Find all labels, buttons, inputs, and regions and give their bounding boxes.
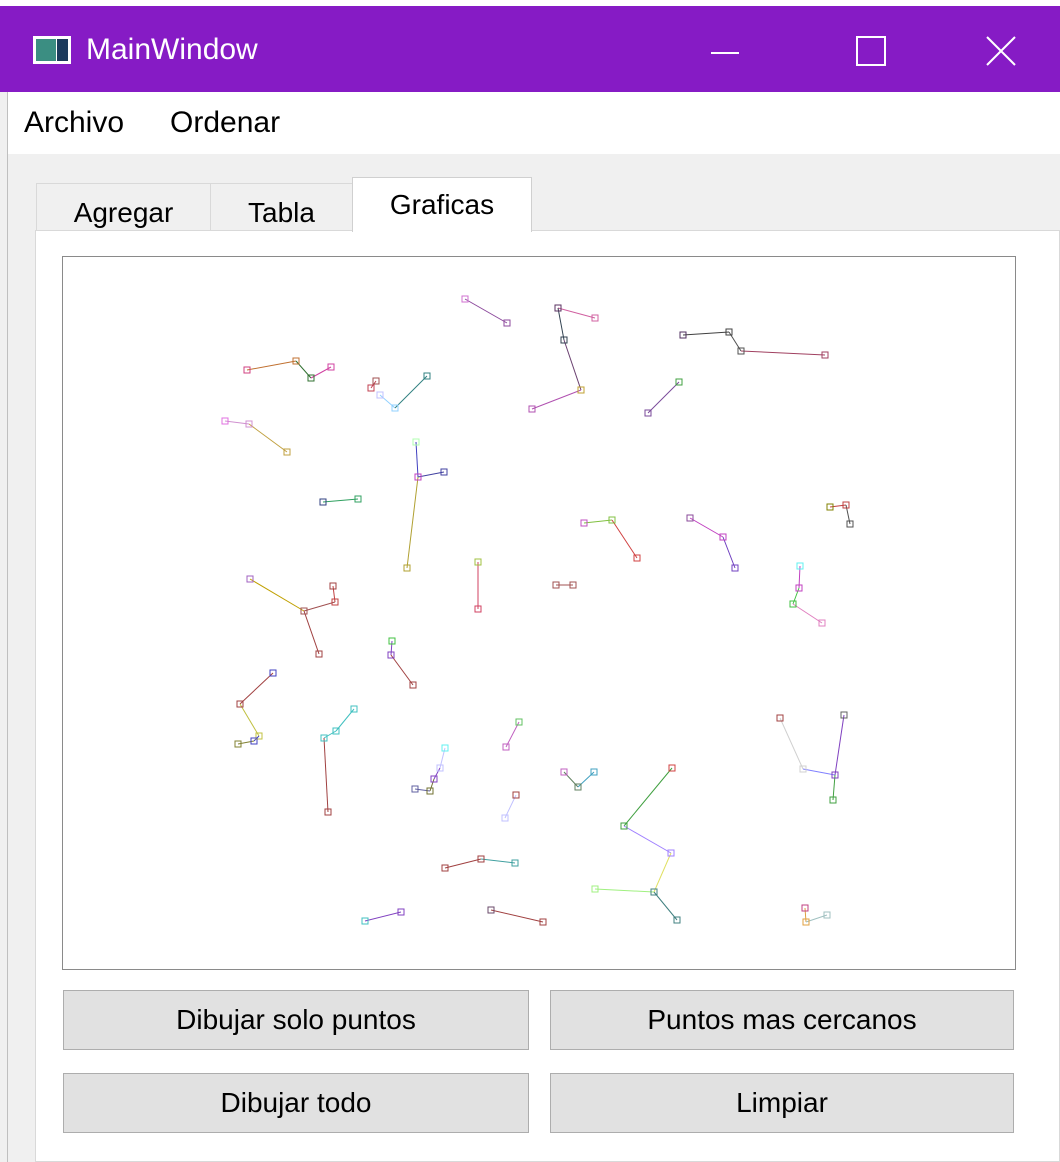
tab-agregar-label: Agregar bbox=[73, 197, 174, 228]
connection-line bbox=[379, 394, 396, 409]
connection-line bbox=[594, 888, 655, 893]
connection-line bbox=[832, 774, 836, 801]
tab-tabla-label: Tabla bbox=[248, 197, 315, 228]
connection-line bbox=[829, 504, 847, 508]
connection-line bbox=[444, 858, 482, 869]
draw-points-label: Dibujar solo puntos bbox=[176, 1004, 416, 1035]
connection-line bbox=[689, 517, 724, 538]
connection-line bbox=[647, 381, 680, 414]
connection-line bbox=[682, 331, 730, 336]
minimize-button[interactable] bbox=[690, 26, 760, 76]
clear-label: Limpiar bbox=[736, 1087, 828, 1118]
menu-bar: Archivo Ordenar bbox=[0, 92, 1060, 154]
connection-line bbox=[740, 350, 826, 356]
connection-line bbox=[417, 471, 445, 478]
connection-line bbox=[224, 420, 250, 425]
title-bar[interactable]: MainWindow bbox=[0, 6, 1060, 92]
connection-line bbox=[303, 601, 336, 612]
tab-agregar[interactable]: Agregar bbox=[36, 183, 211, 231]
draw-all-button[interactable]: Dibujar todo bbox=[63, 1073, 529, 1133]
menu-archivo[interactable]: Archivo bbox=[24, 106, 124, 140]
connection-line bbox=[394, 375, 428, 409]
connection-line bbox=[583, 519, 613, 524]
connection-line bbox=[722, 536, 736, 569]
maximize-button[interactable] bbox=[835, 26, 905, 76]
app-icon bbox=[33, 36, 71, 64]
close-button[interactable] bbox=[965, 26, 1035, 76]
connection-line bbox=[322, 498, 359, 503]
connection-line bbox=[332, 585, 336, 603]
connection-line bbox=[557, 307, 565, 341]
graphics-view[interactable] bbox=[62, 256, 1016, 970]
closest-points-button[interactable]: Puntos mas cercanos bbox=[550, 990, 1014, 1050]
tab-graficas-label: Graficas bbox=[389, 189, 495, 220]
connection-line bbox=[390, 640, 393, 656]
connection-line bbox=[248, 423, 288, 453]
connection-line bbox=[653, 852, 672, 893]
close-icon bbox=[986, 36, 1016, 66]
draw-all-label: Dibujar todo bbox=[220, 1087, 372, 1118]
minimize-icon bbox=[711, 52, 739, 54]
connection-line bbox=[804, 907, 807, 923]
connection-line bbox=[249, 578, 305, 612]
connection-line bbox=[480, 858, 516, 864]
connection-line bbox=[611, 519, 638, 559]
menu-ordenar[interactable]: Ordenar bbox=[170, 106, 280, 140]
maximize-icon bbox=[856, 36, 886, 66]
connection-line bbox=[323, 737, 329, 813]
tab-tabla[interactable]: Tabla bbox=[210, 183, 353, 231]
connection-line bbox=[464, 298, 508, 324]
connection-line bbox=[623, 767, 673, 827]
connection-line bbox=[490, 909, 544, 923]
window-left-edge bbox=[0, 92, 8, 1162]
connection-line bbox=[557, 307, 596, 319]
clear-button[interactable]: Limpiar bbox=[550, 1073, 1014, 1133]
closest-points-label: Puntos mas cercanos bbox=[647, 1004, 917, 1035]
connection-line bbox=[779, 717, 804, 770]
connection-line bbox=[653, 891, 678, 921]
connection-line bbox=[239, 672, 274, 705]
connection-line bbox=[415, 441, 419, 478]
tab-graficas[interactable]: Graficas bbox=[352, 177, 532, 232]
draw-points-button[interactable]: Dibujar solo puntos bbox=[63, 990, 529, 1050]
connection-line bbox=[364, 911, 402, 922]
connection-line bbox=[390, 654, 414, 686]
connection-line bbox=[834, 714, 845, 776]
connection-line bbox=[406, 476, 419, 569]
connection-line bbox=[246, 360, 297, 371]
connection-line bbox=[563, 339, 582, 391]
connection-line bbox=[531, 389, 582, 410]
connection-line bbox=[623, 825, 672, 854]
connection-line bbox=[303, 610, 320, 655]
connection-line bbox=[802, 768, 836, 776]
connection-line bbox=[563, 771, 579, 788]
connection-line bbox=[505, 721, 520, 748]
connection-line bbox=[577, 771, 595, 788]
connection-line bbox=[414, 788, 431, 792]
connection-line bbox=[239, 703, 260, 737]
graphics-scene bbox=[221, 295, 854, 926]
connection-line bbox=[792, 603, 823, 624]
window-title: MainWindow bbox=[86, 33, 258, 66]
